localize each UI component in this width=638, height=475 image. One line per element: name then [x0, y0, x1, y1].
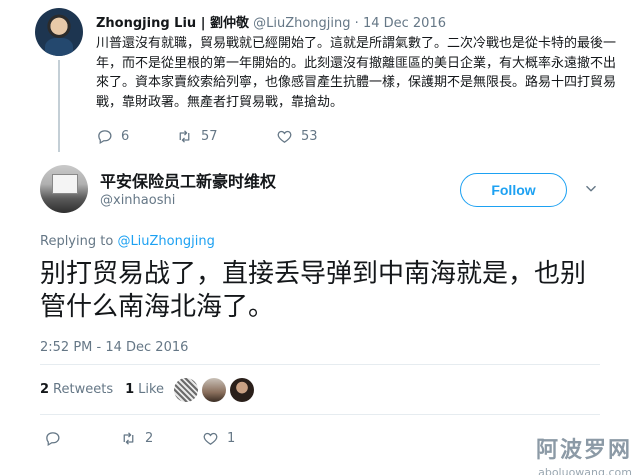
parent-author-avatar[interactable] — [35, 8, 83, 56]
replying-to-mention[interactable]: @LiuZhongjing — [117, 234, 214, 249]
parent-author-handle[interactable]: @LiuZhongjing — [253, 16, 350, 31]
divider-top — [40, 364, 600, 365]
retweet-icon — [123, 432, 134, 445]
main-retweet-count: 2 — [145, 431, 154, 446]
parent-retweet-count: 57 — [201, 129, 218, 144]
main-reply-button[interactable] — [44, 430, 120, 447]
parent-reply-count: 6 — [121, 129, 130, 144]
parent-like-count: 53 — [301, 129, 318, 144]
liker-avatars — [174, 378, 254, 402]
parent-tweet-date[interactable]: 14 Dec 2016 — [363, 16, 446, 31]
liker-avatar[interactable] — [202, 378, 226, 402]
watermark-site-name: 阿波罗网 — [535, 438, 632, 463]
liker-avatar[interactable] — [174, 378, 198, 402]
main-like-button[interactable]: 1 — [202, 430, 235, 447]
main-tweet-timestamp[interactable]: 2:52 PM - 14 Dec 2016 — [40, 340, 188, 355]
retweets-stat[interactable]: 2 Retweets — [40, 382, 113, 397]
date-separator: · — [354, 16, 359, 31]
thread-connector-line — [58, 60, 60, 152]
retweets-stat-count: 2 — [40, 382, 50, 397]
parent-tweet-text: 川普還沒有就職，貿易戰就已經開始了。這就是所謂氣數了。二次冷戰也是從卡特的最後一… — [96, 36, 617, 110]
divider-bottom — [40, 414, 600, 415]
retweets-stat-label: Retweets — [53, 382, 114, 397]
parent-author-name[interactable]: Zhongjing Liu | 劉仲敬 — [96, 16, 249, 31]
replying-to-prefix: Replying to — [40, 234, 114, 249]
likes-stat-label: Like — [138, 382, 165, 397]
main-tweet-text: 别打贸易战了，直接丢导弹到中南海就是，也别管什么南海北海了。 — [40, 259, 587, 322]
main-author-handle[interactable]: @xinhaoshi — [100, 193, 175, 208]
parent-reply-button[interactable]: 6 — [96, 128, 176, 145]
main-retweet-button[interactable]: 2 — [120, 430, 202, 447]
main-like-count: 1 — [227, 431, 236, 446]
follow-button[interactable]: Follow — [460, 173, 567, 207]
heart-icon — [203, 432, 218, 445]
engagement-stats: 2 Retweets 1 Like — [40, 382, 164, 397]
likes-stat[interactable]: 1 Like — [125, 382, 164, 397]
parent-retweet-button[interactable]: 57 — [176, 128, 276, 145]
reply-icon — [98, 130, 112, 145]
main-author-avatar[interactable] — [40, 165, 88, 213]
likes-stat-count: 1 — [125, 382, 135, 397]
parent-tweet-actions: 6 57 53 — [96, 128, 318, 145]
main-tweet-actions: 2 1 — [44, 430, 235, 447]
reply-icon — [46, 432, 60, 447]
retweet-icon — [179, 130, 190, 143]
liker-avatar[interactable] — [230, 378, 254, 402]
site-watermark: 阿波罗网 aboluowang.com — [506, 432, 632, 475]
heart-icon — [277, 130, 292, 143]
watermark-url: aboluowang.com — [538, 466, 632, 475]
main-author-name[interactable]: 平安保险员工新豪时维权 — [100, 168, 276, 192]
parent-like-button[interactable]: 53 — [276, 128, 318, 145]
parent-tweet-header: Zhongjing Liu | 劉仲敬 @LiuZhongjing · 14 D… — [96, 12, 446, 31]
replying-to-line: Replying to @LiuZhongjing — [40, 234, 215, 249]
chevron-down-icon[interactable] — [584, 182, 598, 196]
